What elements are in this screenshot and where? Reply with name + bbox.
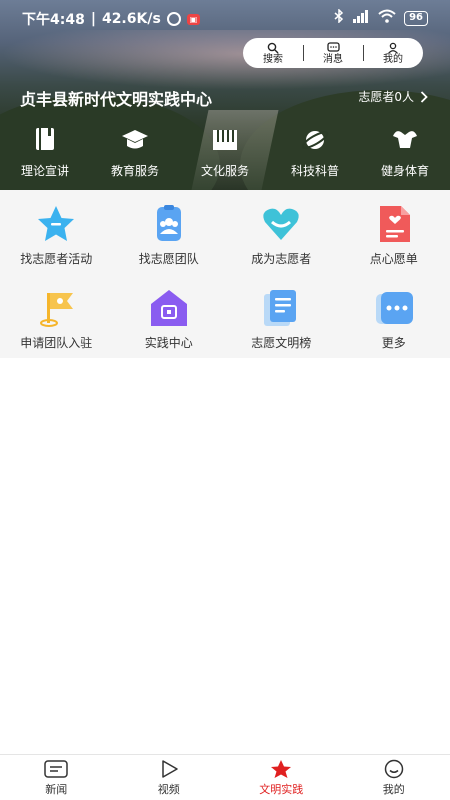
book-icon xyxy=(36,128,54,150)
tab-mine[interactable]: 我的 xyxy=(338,755,450,800)
service-label: 志愿文明榜 xyxy=(251,336,312,350)
tab-label: 文明实践 xyxy=(259,782,304,796)
muscle-icon xyxy=(393,131,417,148)
category-label: 科技科普 xyxy=(290,164,339,178)
service-label: 更多 xyxy=(381,336,406,350)
user-icon xyxy=(387,42,399,54)
play-icon xyxy=(162,759,178,778)
app-page: 下午4:48 | 42.6K/s ▣ 96 搜索 消息 我的 贞丰县新时代文明实… xyxy=(0,0,450,800)
message-icon xyxy=(326,41,340,52)
tab-label: 我的 xyxy=(382,782,405,796)
search-icon xyxy=(267,42,279,53)
team-icon xyxy=(156,205,181,241)
signal-icon xyxy=(352,9,370,27)
service-more[interactable]: 更多 xyxy=(338,274,450,358)
tab-video[interactable]: 视频 xyxy=(113,755,226,800)
more-icon xyxy=(375,292,413,324)
status-bar: 下午4:48 | 42.6K/s ▣ 96 xyxy=(0,0,450,34)
tab-label: 新闻 xyxy=(45,782,68,796)
service-label: 找志愿者活动 xyxy=(20,252,93,266)
service-grid: 找志愿者活动 找志愿团队 成为志愿者 点心愿单 申请团队入驻 实践中心 志愿文明… xyxy=(0,190,450,358)
service-label: 申请团队入驻 xyxy=(20,336,93,350)
app-notification-icon: ▣ xyxy=(186,13,201,25)
message-label: 消息 xyxy=(323,53,343,65)
network-speed: 42.6K/s xyxy=(101,11,161,27)
profile-label: 我的 xyxy=(383,53,403,65)
volunteer-count: 志愿者0人 xyxy=(358,90,414,104)
flag-icon xyxy=(40,293,74,327)
document-icon xyxy=(264,290,297,326)
alarm-icon xyxy=(166,12,181,26)
service-civilization-list[interactable]: 志愿文明榜 xyxy=(225,274,338,358)
service-label: 点心愿单 xyxy=(369,252,418,266)
star-tab-icon xyxy=(271,759,292,778)
category-label: 健身体育 xyxy=(380,164,429,178)
smile-icon xyxy=(384,759,403,778)
category-nav: 理论宣讲 教育服务 文化服务 科技科普 健身体育 xyxy=(0,126,450,179)
star-icon xyxy=(38,206,75,241)
hero-banner: 下午4:48 | 42.6K/s ▣ 96 搜索 消息 我的 贞丰县新时代文明实… xyxy=(0,0,450,190)
category-label: 文化服务 xyxy=(200,164,249,178)
piano-icon xyxy=(213,130,237,150)
top-actions: 搜索 消息 我的 xyxy=(243,38,423,68)
category-science[interactable]: 科技科普 xyxy=(270,126,360,179)
house-icon xyxy=(150,290,187,326)
category-theory[interactable]: 理论宣讲 xyxy=(0,126,90,179)
category-label: 理论宣讲 xyxy=(20,164,69,178)
volunteer-count-link[interactable]: 志愿者0人 xyxy=(358,88,428,105)
search-label: 搜索 xyxy=(263,53,283,65)
service-apply-team[interactable]: 申请团队入驻 xyxy=(0,274,113,358)
planet-icon xyxy=(301,131,329,149)
category-fitness[interactable]: 健身体育 xyxy=(360,126,450,179)
service-label: 成为志愿者 xyxy=(251,252,312,266)
tab-civilization-practice[interactable]: 文明实践 xyxy=(225,755,338,800)
chevron-right-icon xyxy=(420,90,428,103)
service-find-activity[interactable]: 找志愿者活动 xyxy=(0,190,113,274)
message-button[interactable]: 消息 xyxy=(303,38,363,68)
service-find-team[interactable]: 找志愿团队 xyxy=(113,190,226,274)
category-label: 教育服务 xyxy=(110,164,159,178)
profile-button[interactable]: 我的 xyxy=(363,38,423,68)
status-time: 下午4:48 xyxy=(22,12,85,28)
search-button[interactable]: 搜索 xyxy=(243,38,303,68)
battery-level: 96 xyxy=(404,10,428,26)
service-label: 找志愿团队 xyxy=(138,252,199,266)
wifi-icon xyxy=(378,9,396,27)
service-practice-center[interactable]: 实践中心 xyxy=(113,274,226,358)
category-culture[interactable]: 文化服务 xyxy=(180,126,270,179)
service-label: 实践中心 xyxy=(144,336,193,350)
service-become-volunteer[interactable]: 成为志愿者 xyxy=(225,190,338,274)
bluetooth-icon xyxy=(334,8,344,27)
graduation-cap-icon xyxy=(122,130,148,149)
tab-news[interactable]: 新闻 xyxy=(0,755,113,800)
tab-label: 视频 xyxy=(157,782,180,796)
news-icon xyxy=(44,759,68,778)
category-education[interactable]: 教育服务 xyxy=(90,126,180,179)
wish-list-icon xyxy=(379,206,410,242)
heart-icon xyxy=(263,208,299,240)
service-wish-list[interactable]: 点心愿单 xyxy=(338,190,450,274)
bottom-tab-bar: 新闻 视频 文明实践 我的 xyxy=(0,754,450,800)
center-title: 贞丰县新时代文明实践中心 xyxy=(20,90,213,109)
